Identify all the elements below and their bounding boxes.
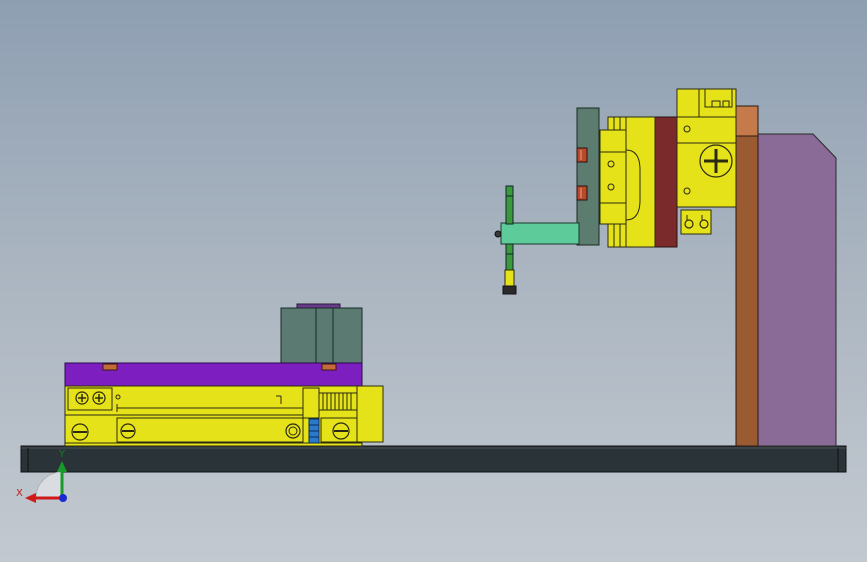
x-axis-label: X	[16, 488, 23, 499]
brown-post[interactable]	[735, 105, 759, 447]
yellow-slide-body[interactable]	[64, 385, 384, 447]
purple-plate[interactable]	[64, 362, 363, 387]
mauve-upright-plate[interactable]	[756, 133, 837, 447]
upper-head-assembly[interactable]	[599, 88, 737, 248]
y-axis-label: Y	[58, 449, 66, 460]
green-mount-plate[interactable]	[576, 107, 600, 246]
cyan-arm[interactable]	[494, 222, 580, 245]
origin-dot-icon	[59, 494, 67, 502]
cad-viewport[interactable]: X Y	[0, 0, 867, 562]
gray-top-block[interactable]	[280, 303, 363, 365]
assembly-drawing: X Y	[16, 88, 847, 503]
base-plate[interactable]	[20, 445, 847, 473]
